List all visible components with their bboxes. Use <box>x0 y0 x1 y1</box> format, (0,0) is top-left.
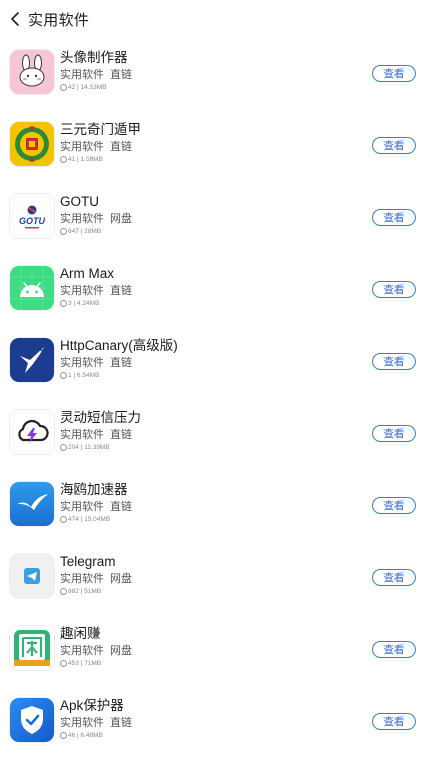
app-name: Apk保护器 <box>60 698 124 713</box>
download-count-icon <box>60 516 67 523</box>
view-button[interactable]: 查看 <box>372 137 416 154</box>
view-button[interactable]: 查看 <box>372 209 416 226</box>
app-name: 趣闲赚 <box>60 626 101 641</box>
app-row[interactable]: GOTU GOTU 实用软件 网盘 647 | 28MB 查看 <box>0 182 425 254</box>
app-category: 实用软件 <box>60 141 104 153</box>
back-button[interactable] <box>6 8 24 30</box>
download-count-icon <box>60 84 67 91</box>
app-list: 头像制作器 实用软件 直链 42 | 14.53MB 查看 三元奇门遁甲 实用软… <box>0 38 425 758</box>
view-button[interactable]: 查看 <box>372 497 416 514</box>
app-stats: 647 | 28MB <box>68 228 102 235</box>
app-name: 头像制作器 <box>60 50 128 65</box>
view-button[interactable]: 查看 <box>372 353 416 370</box>
canary-bird-icon <box>10 338 54 382</box>
app-stats: 42 | 14.53MB <box>68 84 107 91</box>
telegram-plane-icon <box>10 554 54 598</box>
seagull-icon <box>10 482 54 526</box>
app-stats: 46 | 6.48MB <box>68 732 103 739</box>
app-row[interactable]: 海鸥加速器 实用软件 直链 474 | 15.04MB 查看 <box>0 470 425 542</box>
app-category: 实用软件 <box>60 285 104 297</box>
bunny-avatar-icon <box>10 50 54 94</box>
svg-text:GOTU: GOTU <box>19 216 45 226</box>
gotu-logo-icon: GOTU <box>10 194 54 238</box>
view-button[interactable]: 查看 <box>372 641 416 658</box>
download-count-icon <box>60 660 67 667</box>
download-count-icon <box>60 300 67 307</box>
app-stats: 1 | 6.54MB <box>68 372 100 379</box>
app-row[interactable]: 趣闲赚 实用软件 网盘 453 | 71MB 查看 <box>0 614 425 686</box>
app-category: 实用软件 <box>60 717 104 729</box>
app-stats: 882 | 51MB <box>68 588 102 595</box>
view-button[interactable]: 查看 <box>372 425 416 442</box>
app-stats: 204 | 11.39MB <box>68 444 110 451</box>
app-link-type: 直链 <box>110 285 132 297</box>
app-name: Telegram <box>60 554 116 569</box>
app-link-type: 网盘 <box>110 213 132 225</box>
app-name: 三元奇门遁甲 <box>60 122 141 137</box>
app-row[interactable]: 头像制作器 实用软件 直链 42 | 14.53MB 查看 <box>0 38 425 110</box>
app-category: 实用软件 <box>60 213 104 225</box>
app-category: 实用软件 <box>60 645 104 657</box>
app-name: 灵动短信压力 <box>60 410 141 425</box>
app-name: 海鸥加速器 <box>60 482 128 497</box>
app-stats: 474 | 15.04MB <box>68 516 111 523</box>
download-count-icon <box>60 228 67 235</box>
app-row[interactable]: 三元奇门遁甲 实用软件 直链 41 | 1.58MB 查看 <box>0 110 425 182</box>
view-button[interactable]: 查看 <box>372 281 416 298</box>
app-screen: 实用软件 头像制作器 实用软件 直链 42 | 14.53MB 查看 三元奇门遁… <box>0 0 425 745</box>
page-title: 实用软件 <box>28 11 90 29</box>
app-name: Arm Max <box>60 266 114 281</box>
app-row[interactable]: 灵动短信压力 实用软件 直链 204 | 11.39MB 查看 <box>0 398 425 470</box>
shield-check-icon <box>10 698 54 742</box>
view-button[interactable]: 查看 <box>372 65 416 82</box>
app-row[interactable]: HttpCanary(高级版) 实用软件 直链 1 | 6.54MB 查看 <box>0 326 425 398</box>
app-row[interactable]: Arm Max 实用软件 直链 3 | 4.24MB 查看 <box>0 254 425 326</box>
qimen-emblem-icon <box>10 122 54 166</box>
app-stats: 453 | 71MB <box>68 660 102 667</box>
app-category: 实用软件 <box>60 69 104 81</box>
chevron-left-icon <box>11 12 19 26</box>
app-row[interactable]: Telegram 实用软件 网盘 882 | 51MB 查看 <box>0 542 425 614</box>
app-link-type: 直链 <box>110 717 132 729</box>
app-stats: 41 | 1.58MB <box>68 156 103 163</box>
app-category: 实用软件 <box>60 357 104 369</box>
download-count-icon <box>60 156 67 163</box>
download-count-icon <box>60 588 67 595</box>
download-count-icon <box>60 444 67 451</box>
xian-character-icon <box>10 626 54 670</box>
app-link-type: 直链 <box>110 69 132 81</box>
app-link-type: 直链 <box>110 357 132 369</box>
view-button[interactable]: 查看 <box>372 569 416 586</box>
app-link-type: 网盘 <box>110 573 132 585</box>
app-stats: 3 | 4.24MB <box>68 300 100 307</box>
app-name: HttpCanary(高级版) <box>60 338 178 353</box>
app-category: 实用软件 <box>60 573 104 585</box>
app-row[interactable]: Apk保护器 实用软件 直链 46 | 6.48MB 查看 <box>0 686 425 758</box>
lightning-cloud-icon <box>10 410 54 454</box>
app-category: 实用软件 <box>60 501 104 513</box>
app-category: 实用软件 <box>60 429 104 441</box>
app-link-type: 直链 <box>110 501 132 513</box>
android-robot-icon <box>10 266 54 310</box>
app-name: GOTU <box>60 194 99 209</box>
app-link-type: 网盘 <box>110 645 132 657</box>
header-bar: 实用软件 <box>0 0 425 38</box>
view-button[interactable]: 查看 <box>372 713 416 730</box>
download-count-icon <box>60 732 67 739</box>
app-link-type: 直链 <box>110 429 132 441</box>
download-count-icon <box>60 372 67 379</box>
app-link-type: 直链 <box>110 141 132 153</box>
